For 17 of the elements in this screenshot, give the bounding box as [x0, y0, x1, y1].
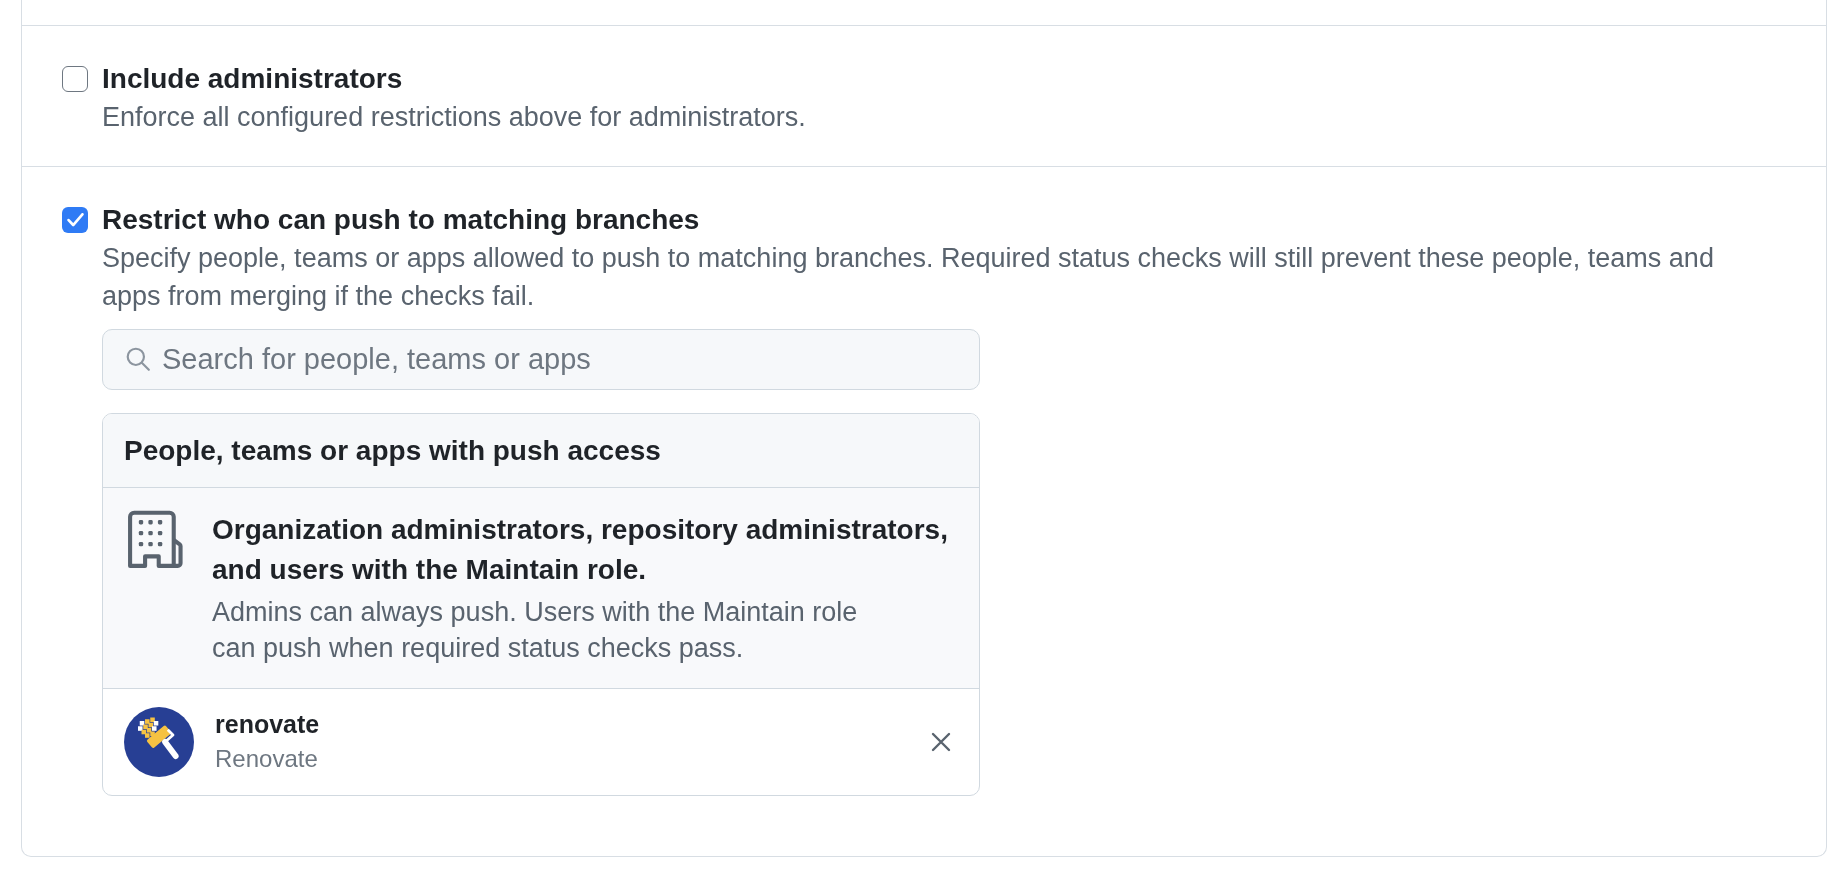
list-header: People, teams or apps with push access	[103, 414, 979, 488]
checkbox[interactable]	[62, 207, 88, 233]
option-label: Include administrators	[102, 62, 404, 96]
option-description: Specify people, teams or apps allowed to push to matching branches. Required status checks will still prevent these people, teams and apps from merging if the checks fail.	[102, 242, 1715, 313]
checkbox[interactable]	[62, 66, 88, 92]
close-icon	[931, 732, 951, 752]
option-description: Enforce all configured restrictions above for administrators.	[102, 101, 806, 134]
paint-roller-avatar	[124, 707, 194, 777]
member-name: Renovate	[215, 744, 319, 774]
member-username: renovate	[215, 709, 321, 740]
option-label: Restrict who can push to matching branches	[102, 203, 701, 237]
check-icon	[66, 213, 84, 227]
building-icon	[126, 510, 186, 570]
entry-description: Admins can always push. Users with the Maintain role can push when required status checks pass.	[212, 596, 859, 665]
search-field[interactable]: Search for people, teams or apps	[102, 329, 980, 390]
search-icon	[125, 346, 151, 372]
entry-title: Organization administrators, repository administrators, and users with the Maintain role.	[212, 513, 949, 587]
